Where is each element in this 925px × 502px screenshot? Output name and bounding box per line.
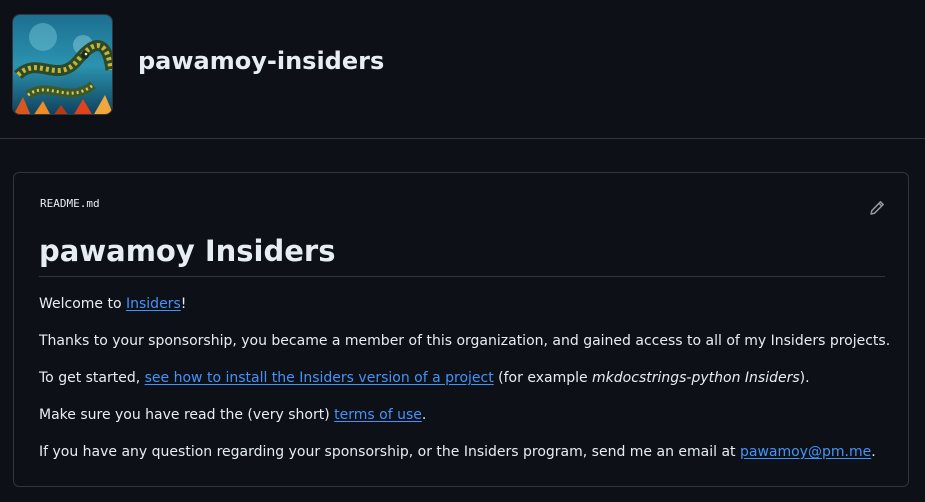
email-link[interactable]: pawamoy@pm.me — [740, 444, 871, 460]
pencil-icon — [870, 201, 884, 215]
title-divider — [39, 276, 885, 277]
edit-readme-button[interactable] — [866, 197, 888, 219]
terms-paragraph: Make sure you have read the (very short)… — [39, 405, 426, 425]
welcome-paragraph: Welcome to Insiders! — [39, 294, 186, 314]
contact-text: If you have any question regarding your … — [39, 444, 740, 460]
welcome-text: Welcome to — [39, 296, 126, 312]
welcome-suffix: ! — [180, 296, 187, 312]
readme-filename: README.md — [40, 197, 100, 210]
org-name[interactable]: pawamoy-insiders — [138, 44, 384, 78]
readme-panel: README.md pawamoy Insiders Welcome to In… — [13, 172, 909, 487]
example-suffix: ). — [799, 370, 810, 386]
terms-text: Make sure you have read the (very short) — [39, 407, 335, 423]
contact-paragraph: If you have any question regarding your … — [39, 442, 876, 462]
insiders-link[interactable]: Insiders — [126, 296, 181, 312]
org-avatar[interactable] — [12, 14, 113, 115]
contact-suffix: . — [871, 444, 876, 460]
terms-of-use-link[interactable]: terms of use — [334, 407, 422, 423]
install-guide-link[interactable]: see how to install the Insiders version … — [145, 370, 494, 386]
terms-suffix: . — [421, 407, 427, 423]
example-project-name: mkdocstrings-python Insiders — [592, 370, 800, 386]
example-prefix: (for example — [493, 370, 593, 386]
readme-title: pawamoy Insiders — [39, 234, 336, 268]
getting-started-text: To get started, — [39, 370, 145, 386]
getting-started-paragraph: To get started, see how to install the I… — [39, 368, 810, 388]
org-header: pawamoy-insiders — [0, 0, 925, 139]
snake-avatar-image — [13, 15, 112, 114]
sponsorship-paragraph: Thanks to your sponsorship, you became a… — [39, 333, 891, 349]
